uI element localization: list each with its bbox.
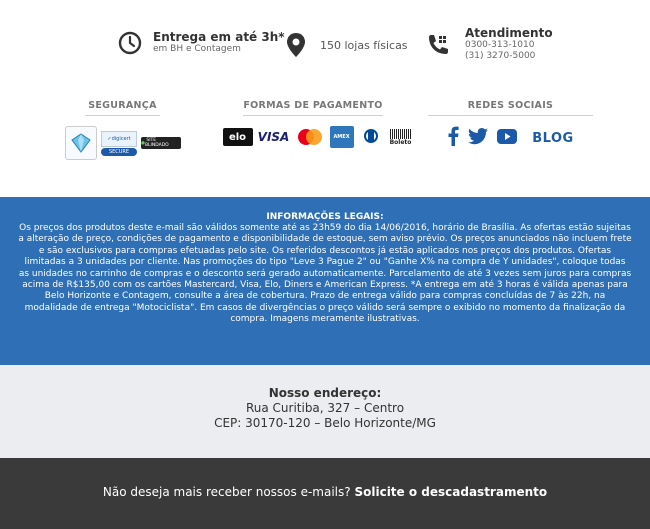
legal-title: INFORMAÇÕES LEGAIS:: [266, 212, 384, 222]
phone-icon: [425, 32, 451, 58]
digicert-badge-icon[interactable]: ✓digicert SECURE: [101, 129, 137, 157]
address-section: Nosso endereço: Rua Curitiba, 327 – Cent…: [0, 365, 650, 458]
social-header: REDES SOCIAIS: [428, 100, 593, 116]
visa-card-icon: VISA: [257, 130, 290, 144]
clock-icon: [117, 30, 143, 56]
security-section: SEGURANÇA ✓digicert SECURE ● SITE BLINDA…: [65, 100, 181, 160]
payment-header: FORMAS DE PAGAMENTO: [243, 100, 383, 116]
social-section: REDES SOCIAIS BLOG: [428, 100, 593, 160]
mastercard-icon: [295, 128, 325, 146]
delivery-title: Entrega em até 3h*: [153, 30, 285, 44]
blog-link[interactable]: BLOG: [532, 131, 573, 146]
address-line-1: Rua Curitiba, 327 – Centro: [245, 401, 405, 415]
facebook-icon[interactable]: [447, 126, 459, 150]
address-line-2: CEP: 30170-120 – Belo Horizonte/MG: [214, 416, 436, 430]
address-title: Nosso endereço:: [268, 386, 382, 400]
stores-label: 150 lojas físicas: [320, 38, 408, 52]
stores-info: 150 lojas físicas: [283, 32, 408, 58]
security-header: SEGURANÇA: [85, 100, 160, 116]
support-phone-1[interactable]: 0300-313-1010: [465, 40, 553, 51]
amex-card-icon: AMEX: [329, 126, 354, 148]
legal-info-section: INFORMAÇÕES LEGAIS: Os preços dos produt…: [0, 197, 650, 365]
support-info: Atendimento 0300-313-1010 (31) 3270-5000: [425, 27, 553, 62]
twitter-icon[interactable]: [468, 127, 489, 149]
unsubscribe-question: Não deseja mais receber nossos e-mails?: [102, 485, 351, 499]
delivery-subtitle: em BH e Contagem: [153, 44, 241, 54]
boleto-icon: Boleto: [388, 128, 414, 146]
unsubscribe-link[interactable]: Solicite o descadastramento: [354, 485, 547, 499]
support-phone-2[interactable]: (31) 3270-5000: [465, 51, 553, 62]
youtube-icon[interactable]: [497, 128, 518, 148]
site-blindado-badge-icon[interactable]: ● SITE BLINDADO: [141, 137, 181, 149]
elo-card-icon: elo: [222, 128, 253, 146]
location-pin-icon: [283, 32, 309, 58]
delivery-info: Entrega em até 3h* em BH e Contagem: [117, 30, 285, 56]
payment-section: FORMAS DE PAGAMENTO elo VISA AMEX Boleto: [222, 100, 412, 160]
footer: Não deseja mais receber nossos e-mails? …: [0, 458, 650, 529]
support-title: Atendimento: [465, 26, 553, 40]
legal-text: Os preços dos produtos deste e-mail são …: [18, 223, 632, 325]
ebit-badge-icon[interactable]: [65, 126, 97, 160]
top-info-bar: Entrega em até 3h* em BH e Contagem 150 …: [0, 0, 650, 85]
diners-card-icon: [359, 128, 383, 146]
